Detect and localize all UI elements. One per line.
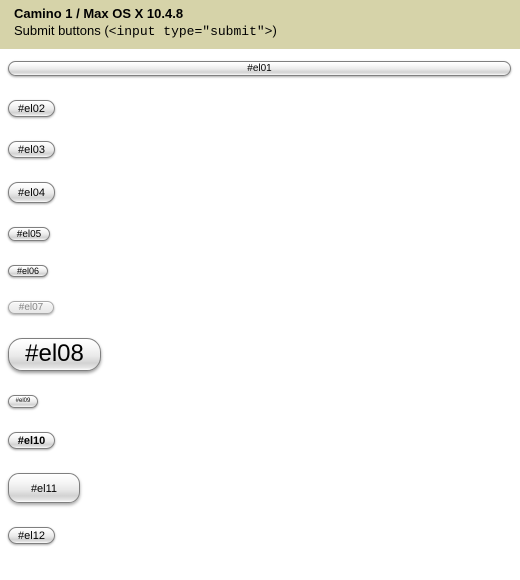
section-title-suffix: ) — [272, 23, 276, 38]
header: Camino 1 / Max OS X 10.4.8 Submit button… — [0, 0, 520, 49]
section-title: Submit buttons (<input type="submit">) — [14, 23, 506, 39]
submit-el06[interactable]: #el06 — [8, 265, 48, 277]
section-title-prefix: Submit buttons ( — [14, 23, 109, 38]
submit-el11[interactable]: #el11 — [8, 473, 80, 503]
submit-el09[interactable]: #el09 — [8, 395, 38, 408]
examples-area: #el01 #el02 #el03 #el04 #el05 #el06 #el0… — [0, 49, 520, 580]
submit-el08[interactable]: #el08 — [8, 338, 101, 371]
submit-el10[interactable]: #el10 — [8, 432, 55, 449]
browser-os-label: Camino 1 / Max OS X 10.4.8 — [14, 6, 506, 21]
submit-el01[interactable]: #el01 — [8, 61, 511, 76]
submit-el03[interactable]: #el03 — [8, 141, 55, 158]
submit-el05[interactable]: #el05 — [8, 227, 50, 241]
submit-el02[interactable]: #el02 — [8, 100, 55, 117]
submit-el12[interactable]: #el12 — [8, 527, 55, 544]
submit-el04[interactable]: #el04 — [8, 182, 55, 203]
submit-el07-disabled: #el07 — [8, 301, 54, 314]
section-title-code: <input type="submit"> — [109, 24, 273, 39]
